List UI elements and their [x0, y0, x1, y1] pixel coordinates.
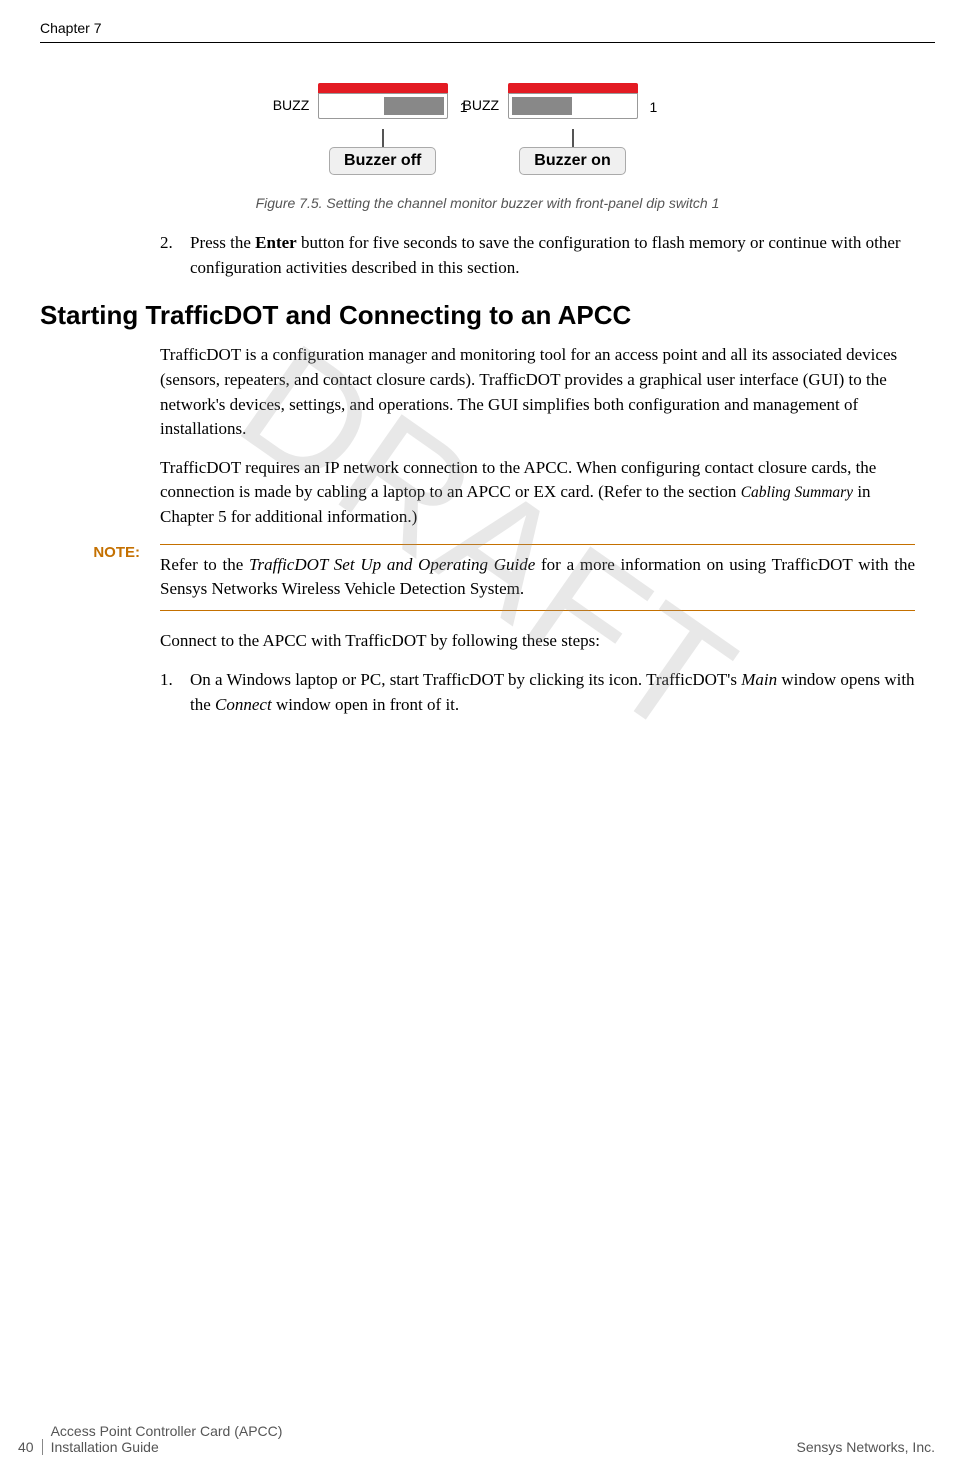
switch-box-off: Buzzer off [318, 83, 448, 175]
dip-switch-off [318, 93, 448, 119]
note-block: NOTE: Refer to the TrafficDOT Set Up and… [40, 544, 935, 612]
note-rule-top [160, 544, 915, 545]
red-strip [508, 83, 638, 93]
figure-body: BUZZ Buzzer off 1 BUZZ [148, 73, 828, 185]
step-text: Press the Enter button for five seconds … [190, 231, 915, 280]
buzz-label-on: BUZZ [463, 97, 500, 113]
step-text-1b: On a Windows laptop or PC, start Traffic… [190, 668, 915, 717]
dip-switch-on [508, 93, 638, 119]
section-heading: Starting TrafficDOT and Connecting to an… [40, 300, 935, 331]
body-content: 2. Press the Enter button for five secon… [160, 231, 915, 280]
page-container: Chapter 7 BUZZ Buzzer off 1 [0, 0, 975, 1477]
chapter-label: Chapter 7 [40, 20, 101, 36]
paragraph-2: TrafficDOT requires an IP network connec… [160, 456, 915, 530]
footer-left: 40 Access Point Controller Card (APCC) I… [0, 1423, 282, 1455]
s1b-i1: Main [741, 670, 777, 689]
step-number: 2. [160, 231, 184, 280]
callout-box-off: Buzzer off [329, 147, 436, 175]
section-body: TrafficDOT is a configuration manager an… [160, 343, 915, 529]
buzz-label-off: BUZZ [273, 97, 310, 113]
switch-left-on [512, 97, 572, 115]
figure-7-5: BUZZ Buzzer off 1 BUZZ [148, 73, 828, 185]
footer-inner: 40 Access Point Controller Card (APCC) I… [0, 1423, 975, 1455]
step-2: 2. Press the Enter button for five secon… [160, 231, 915, 280]
p2-ref: Cabling Summary [741, 484, 853, 501]
callout-pointer [382, 129, 384, 147]
s1b-a: On a Windows laptop or PC, start Traffic… [190, 670, 741, 689]
footer-title-line1: Access Point Controller Card (APCC) [51, 1423, 283, 1439]
page-header: Chapter 7 [40, 20, 935, 43]
enter-bold: Enter [255, 233, 297, 252]
switch-right-on [574, 97, 634, 115]
note-content: Refer to the TrafficDOT Set Up and Opera… [160, 544, 915, 612]
figure-caption: Figure 7.5. Setting the channel monitor … [40, 195, 935, 211]
step-prefix: Press the [190, 233, 255, 252]
switch-off-unit: BUZZ Buzzer off 1 [318, 83, 468, 175]
note-ref: TrafficDOT Set Up and Operating Guide [249, 555, 535, 574]
step-suffix: button for five seconds to save the conf… [190, 233, 901, 277]
red-strip [318, 83, 448, 93]
switch-on-unit: BUZZ Buzzer on 1 [508, 83, 658, 175]
callout-off: Buzzer off [318, 129, 448, 175]
paragraph-1: TrafficDOT is a configuration manager an… [160, 343, 915, 442]
switch-box-on: Buzzer on [508, 83, 638, 175]
switch-right-off [384, 97, 444, 115]
callout-pointer [572, 129, 574, 147]
callout-on: Buzzer on [508, 129, 638, 175]
footer-title: Access Point Controller Card (APCC) Inst… [43, 1423, 283, 1455]
s1b-i2: Connect [215, 695, 272, 714]
note-rule-bottom [160, 610, 915, 611]
footer-title-line2: Installation Guide [51, 1439, 283, 1455]
note-a: Refer to the [160, 555, 249, 574]
note-row: NOTE: Refer to the TrafficDOT Set Up and… [40, 544, 935, 612]
callout-box-on: Buzzer on [519, 147, 625, 175]
s1b-c: window open in front of it. [272, 695, 459, 714]
switch-number-on: 1 [650, 99, 658, 115]
page-footer: 40 Access Point Controller Card (APCC) I… [0, 1423, 975, 1455]
section-body-2: Connect to the APCC with TrafficDOT by f… [160, 629, 915, 717]
step-number-1b: 1. [160, 668, 184, 717]
paragraph-3: Connect to the APCC with TrafficDOT by f… [160, 629, 915, 654]
note-text: Refer to the TrafficDOT Set Up and Opera… [160, 553, 915, 601]
step-1b: 1. On a Windows laptop or PC, start Traf… [160, 668, 915, 717]
switch-left-off [322, 97, 382, 115]
page-number: 40 [0, 1439, 43, 1455]
footer-company: Sensys Networks, Inc. [797, 1439, 936, 1455]
note-label: NOTE: [40, 544, 160, 561]
